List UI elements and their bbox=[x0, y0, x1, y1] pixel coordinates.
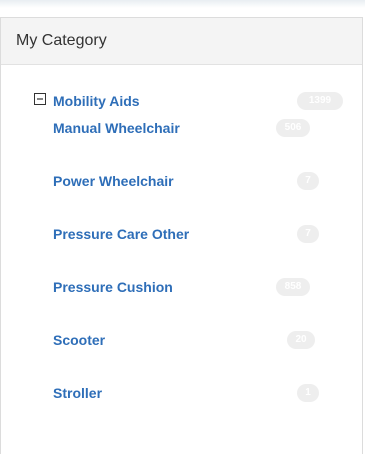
category-link[interactable]: Scooter bbox=[53, 332, 105, 348]
category-item-stroller[interactable]: Stroller 1 bbox=[53, 384, 325, 405]
category-link[interactable]: Pressure Cushion bbox=[53, 279, 173, 295]
category-link[interactable]: Manual Wheelchair bbox=[53, 120, 180, 136]
count-badge: 858 bbox=[276, 278, 310, 296]
category-item-scooter[interactable]: Scooter 20 bbox=[53, 331, 325, 352]
top-shadow bbox=[0, 0, 365, 8]
count-badge: 506 bbox=[276, 119, 310, 137]
category-link-mobility-aids[interactable]: Mobility Aids bbox=[53, 93, 140, 109]
category-item-pressure-care-other[interactable]: Pressure Care Other 7 bbox=[53, 225, 325, 246]
category-panel: My Category Mobility Aids 1399 Manual Wh… bbox=[0, 17, 363, 454]
panel-header: My Category bbox=[1, 18, 362, 65]
count-badge: 1 bbox=[297, 384, 319, 402]
category-item-power-wheelchair[interactable]: Power Wheelchair 7 bbox=[53, 172, 325, 193]
category-item-mobility-aids[interactable]: Mobility Aids 1399 bbox=[33, 92, 345, 113]
category-link[interactable]: Stroller bbox=[53, 385, 102, 401]
category-item-pressure-cushion[interactable]: Pressure Cushion 858 bbox=[53, 278, 325, 299]
minus-square-icon[interactable] bbox=[33, 92, 46, 105]
count-badge: 20 bbox=[287, 331, 315, 349]
count-badge: 7 bbox=[297, 172, 319, 190]
count-badge: 1399 bbox=[297, 92, 343, 110]
panel-title: My Category bbox=[16, 32, 107, 49]
count-badge: 7 bbox=[297, 225, 319, 243]
category-item-manual-wheelchair[interactable]: Manual Wheelchair 506 bbox=[53, 119, 325, 140]
category-link[interactable]: Pressure Care Other bbox=[53, 226, 189, 242]
category-link[interactable]: Power Wheelchair bbox=[53, 173, 174, 189]
